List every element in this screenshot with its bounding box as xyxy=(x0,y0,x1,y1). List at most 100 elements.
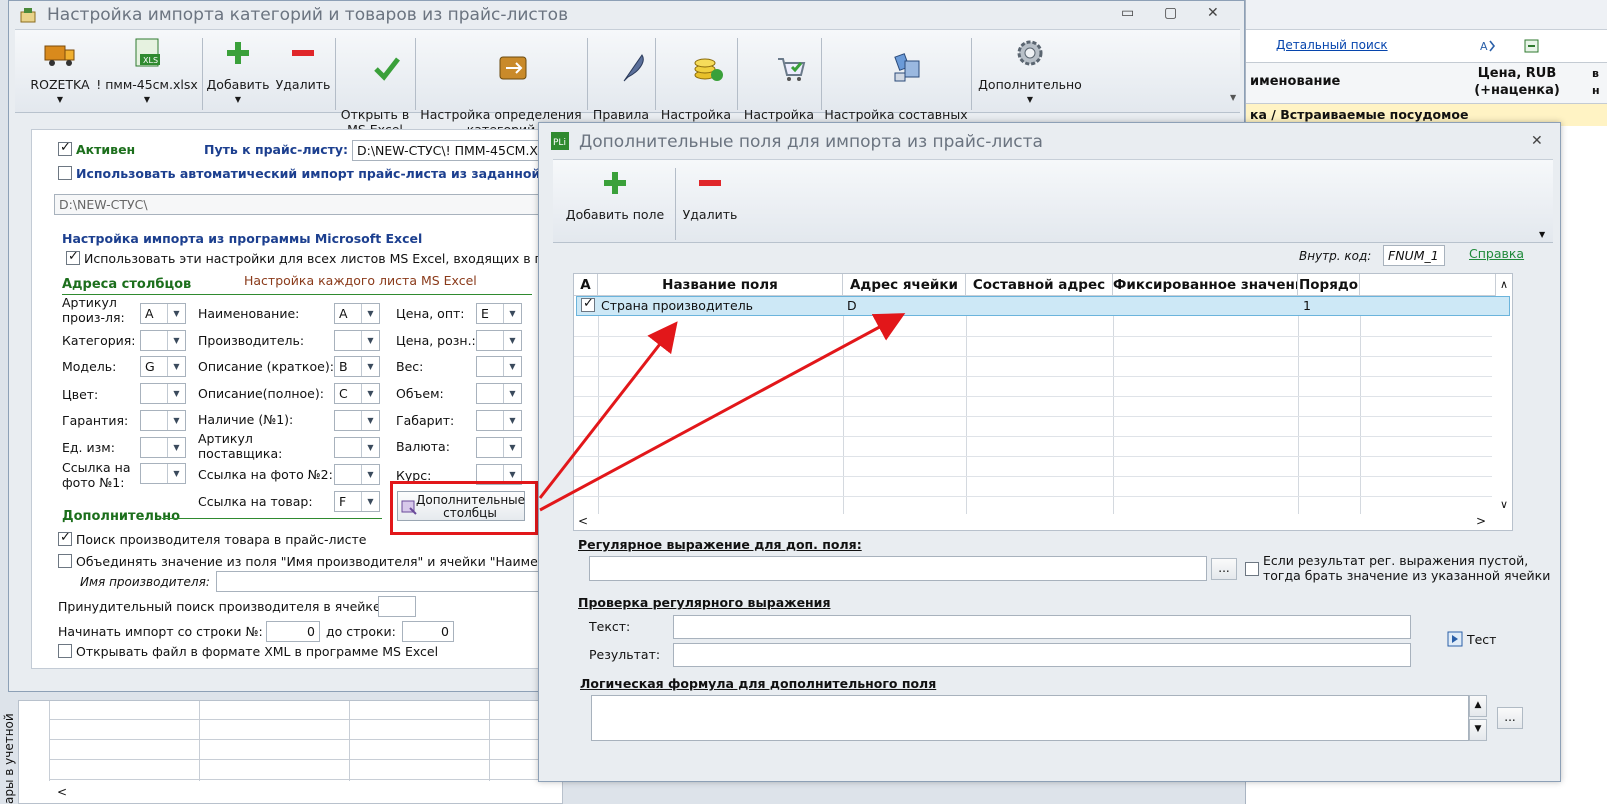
forced-search-input[interactable] xyxy=(378,596,416,617)
pricelist-file-button[interactable]: XLS ! пмм-45см.xlsx ▼ xyxy=(95,36,199,107)
chevron-down-icon[interactable]: ▼ xyxy=(361,357,379,376)
active-checkbox[interactable]: Активен xyxy=(58,140,135,157)
row-checkbox[interactable] xyxy=(581,296,599,313)
export-icon[interactable] xyxy=(1523,37,1541,55)
formula-ellipsis-button[interactable]: ... xyxy=(1497,707,1523,729)
table-row[interactable]: Страна производитель D 1 xyxy=(576,296,1510,316)
row-order[interactable]: 1 xyxy=(1303,298,1311,313)
manufacturer-combo[interactable]: ▼ xyxy=(334,330,380,351)
ribbon-collapse-icon[interactable]: ▼ xyxy=(1230,93,1240,113)
additional-menu-button[interactable]: Дополнительно ▼ xyxy=(975,36,1085,107)
chevron-down-icon[interactable]: ▼ xyxy=(503,411,521,430)
product-link-combo[interactable]: F ▼ xyxy=(334,491,380,512)
extra-close-button[interactable]: ✕ xyxy=(1531,133,1543,149)
chevron-down-icon[interactable]: ▼ xyxy=(167,384,185,403)
price-retail-combo[interactable]: ▼ xyxy=(476,330,522,351)
chevron-down-icon[interactable]: ▼ xyxy=(361,304,379,323)
chevron-down-icon[interactable]: ▼ xyxy=(361,384,379,403)
article-supplier-combo[interactable]: ▼ xyxy=(334,437,380,458)
maximize-button[interactable]: ▢ xyxy=(1164,5,1177,21)
col-header-a[interactable]: A xyxy=(574,274,598,296)
desc-full-combo[interactable]: C ▼ xyxy=(334,383,380,404)
formula-scroll-down[interactable]: ▼ xyxy=(1469,719,1487,741)
chevron-down-icon[interactable]: ▼ xyxy=(361,438,379,457)
row-field-name[interactable]: Страна производитель xyxy=(601,298,753,313)
xml-checkbox[interactable]: Открывать файл в формате XML в программе… xyxy=(58,644,438,659)
weight-combo[interactable]: ▼ xyxy=(476,356,522,377)
chevron-down-icon[interactable]: ▼ xyxy=(167,304,185,323)
each-sheet-tab[interactable]: Настройка каждого листа MS Excel xyxy=(244,273,477,288)
chevron-down-icon[interactable]: ▼ xyxy=(167,357,185,376)
volume-combo[interactable]: ▼ xyxy=(476,383,522,404)
col-header-order[interactable]: Порядо xyxy=(1298,274,1360,296)
text-input[interactable] xyxy=(673,615,1411,639)
all-sheets-checkbox[interactable]: Использовать эти настройки для всех лист… xyxy=(66,249,573,266)
scroll-right-arrow[interactable]: > xyxy=(1476,514,1486,528)
chevron-down-icon[interactable]: ▼ xyxy=(503,384,521,403)
search-maker-checkbox[interactable]: Поиск производителя товара в прайс-листе xyxy=(58,530,366,547)
col-header-cell-address[interactable]: Адрес ячейки xyxy=(843,274,966,296)
chevron-down-icon[interactable]: ▼ xyxy=(167,411,185,430)
color-combo[interactable]: ▼ xyxy=(140,383,186,404)
add-button[interactable]: Добавить ▼ xyxy=(205,36,271,107)
chevron-down-icon[interactable]: ▼ xyxy=(503,331,521,350)
inner-code-input[interactable]: FNUM_1 xyxy=(1383,245,1445,266)
chevron-down-icon[interactable]: ▼ xyxy=(503,438,521,457)
chevron-down-icon[interactable]: ▼ xyxy=(167,331,185,350)
unit-combo[interactable]: ▼ xyxy=(140,437,186,458)
sort-icon[interactable]: A xyxy=(1479,37,1497,55)
delete-field-button[interactable]: Удалить xyxy=(679,166,741,222)
name-combo[interactable]: A ▼ xyxy=(334,303,380,324)
to-row-input[interactable]: 0 xyxy=(402,621,454,642)
formula-input[interactable] xyxy=(591,695,1469,741)
regex-input[interactable] xyxy=(589,556,1207,581)
scroll-up-arrow[interactable]: ∧ xyxy=(1500,278,1508,291)
col-header-compound[interactable]: Составной адрес xyxy=(966,274,1113,296)
help-link[interactable]: Справка xyxy=(1469,246,1524,261)
chevron-down-icon[interactable]: ▼ xyxy=(503,357,521,376)
vertical-tab-label[interactable]: ары в учетной xyxy=(2,705,18,804)
chevron-down-icon[interactable]: ▼ xyxy=(167,438,185,457)
rozetka-button[interactable]: ROZETKA ▼ xyxy=(27,36,93,107)
scroll-left-arrow[interactable]: < xyxy=(578,514,588,528)
chevron-down-icon[interactable]: ▼ xyxy=(503,304,521,323)
desc-short-combo[interactable]: B ▼ xyxy=(334,356,380,377)
warranty-combo[interactable]: ▼ xyxy=(140,410,186,431)
chevron-down-icon[interactable]: ▼ xyxy=(361,492,379,511)
test-button[interactable]: Тест xyxy=(1447,631,1496,647)
chevron-down-icon[interactable]: ▼ xyxy=(361,465,379,484)
chevron-down-icon[interactable]: ▼ xyxy=(167,464,185,483)
formula-scroll-up[interactable]: ▲ xyxy=(1469,695,1487,717)
start-row-input[interactable]: 0 xyxy=(266,621,320,642)
category-combo[interactable]: ▼ xyxy=(140,330,186,351)
ribbon-collapse-icon[interactable]: ▼ xyxy=(1539,230,1545,239)
scroll-left-arrow[interactable]: < xyxy=(57,785,67,799)
close-button[interactable]: ✕ xyxy=(1207,5,1219,21)
delete-button[interactable]: Удалить xyxy=(273,36,333,92)
chevron-down-icon[interactable]: ▼ xyxy=(361,331,379,350)
article-maker-combo[interactable]: A ▼ xyxy=(140,303,186,324)
photo2-combo[interactable]: ▼ xyxy=(334,464,380,485)
maker-name-input[interactable] xyxy=(216,571,552,592)
folder-input[interactable]: D:\NEW-СТУС\ xyxy=(54,194,552,215)
path-input[interactable]: D:\NEW-СТУС\! ПММ-45СМ.XL xyxy=(352,140,552,161)
row-cell-address[interactable]: D xyxy=(847,298,857,313)
model-combo[interactable]: G ▼ xyxy=(140,356,186,377)
detailed-search-link[interactable]: Детальный поиск xyxy=(1276,38,1388,52)
price-opt-combo[interactable]: E ▼ xyxy=(476,303,522,324)
minimize-button[interactable]: ▭ xyxy=(1121,5,1134,21)
scroll-down-arrow[interactable]: ∨ xyxy=(1500,498,1508,511)
result-input[interactable] xyxy=(673,643,1411,667)
size-combo[interactable]: ▼ xyxy=(476,410,522,431)
combine-checkbox[interactable]: Объединять значение из поля "Имя произво… xyxy=(58,554,577,569)
currency-combo[interactable]: ▼ xyxy=(476,437,522,458)
chevron-down-icon[interactable]: ▼ xyxy=(361,411,379,430)
photo1-combo[interactable]: ▼ xyxy=(140,463,186,484)
col-header-field-name[interactable]: Название поля xyxy=(598,274,843,296)
regex-ellipsis-button[interactable]: ... xyxy=(1211,558,1237,580)
auto-import-checkbox[interactable]: Использовать автоматический импорт прайс… xyxy=(58,166,553,181)
regex-empty-checkbox[interactable] xyxy=(1245,562,1259,576)
add-field-button[interactable]: Добавить поле xyxy=(565,166,665,222)
stock-combo[interactable]: ▼ xyxy=(334,410,380,431)
col-header-fixed[interactable]: Фиксированное значение xyxy=(1113,274,1298,296)
